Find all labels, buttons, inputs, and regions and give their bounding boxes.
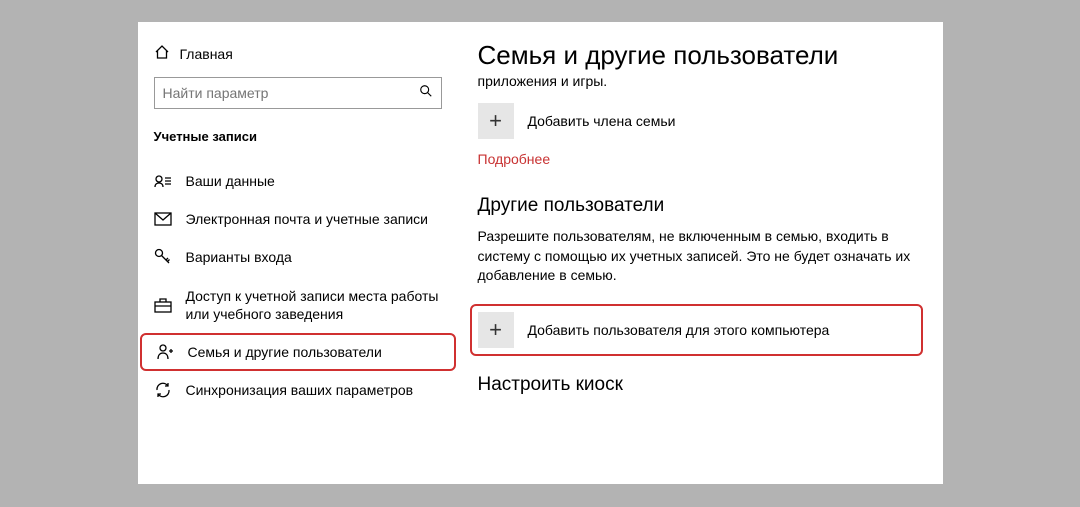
sidebar-item-your-info[interactable]: Ваши данные	[138, 162, 458, 200]
add-user-row[interactable]: + Добавить пользователя для этого компью…	[470, 304, 923, 356]
person-plus-icon	[156, 343, 174, 361]
sidebar-item-label: Синхронизация ваших параметров	[186, 381, 414, 399]
sidebar-item-label: Электронная почта и учетные записи	[186, 210, 428, 228]
envelope-icon	[154, 212, 172, 226]
page-title: Семья и другие пользователи	[478, 40, 919, 71]
sidebar-item-sync[interactable]: Синхронизация ваших параметров	[138, 371, 458, 409]
plus-icon: +	[478, 312, 514, 348]
sidebar-item-label: Ваши данные	[186, 172, 275, 190]
settings-window: Главная Учетные записи Ваши данные Элект…	[138, 22, 943, 484]
sidebar-item-family[interactable]: Семья и другие пользователи	[140, 333, 456, 371]
person-card-icon	[154, 173, 172, 189]
sidebar-item-label: Доступ к учетной записи места работы или…	[186, 287, 442, 323]
sidebar-item-email[interactable]: Электронная почта и учетные записи	[138, 200, 458, 238]
kiosk-header: Настроить киоск	[478, 374, 919, 396]
plus-icon: +	[478, 103, 514, 139]
sidebar-item-work[interactable]: Доступ к учетной записи места работы или…	[138, 277, 458, 333]
sidebar-item-label: Варианты входа	[186, 248, 292, 266]
content-pane: Семья и другие пользователи приложения и…	[458, 22, 943, 484]
home-icon	[154, 44, 170, 63]
add-family-label: Добавить члена семьи	[528, 113, 676, 129]
page-subtitle: приложения и игры.	[478, 73, 919, 89]
sidebar: Главная Учетные записи Ваши данные Элект…	[138, 22, 458, 484]
add-family-row[interactable]: + Добавить члена семьи	[478, 103, 919, 139]
sync-icon	[154, 381, 172, 399]
briefcase-icon	[154, 297, 172, 313]
other-users-desc: Разрешите пользователям, не включенным в…	[478, 227, 919, 286]
sidebar-section-title: Учетные записи	[138, 121, 458, 162]
search-icon	[419, 84, 433, 103]
key-icon	[154, 248, 172, 266]
search-box[interactable]	[154, 77, 442, 109]
sidebar-home[interactable]: Главная	[138, 40, 458, 73]
search-input[interactable]	[163, 85, 419, 101]
sidebar-item-signin[interactable]: Варианты входа	[138, 238, 458, 276]
sidebar-item-label: Семья и другие пользователи	[188, 343, 382, 361]
add-user-label: Добавить пользователя для этого компьюте…	[528, 322, 830, 338]
other-users-header: Другие пользователи	[478, 195, 919, 217]
more-link[interactable]: Подробнее	[478, 151, 551, 167]
sidebar-home-label: Главная	[180, 46, 233, 62]
